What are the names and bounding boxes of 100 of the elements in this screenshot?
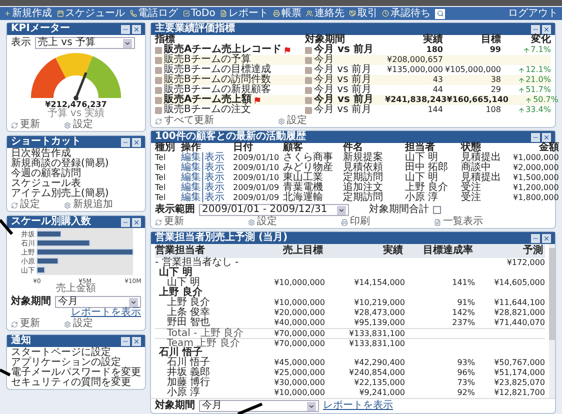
shortcut-link[interactable]: 今週の顧客訪問 [11,169,141,179]
panel-link[interactable]: 更新 [11,120,40,130]
arrow-up-icon [518,86,525,94]
menu-item[interactable]: 承認待ち [382,8,430,18]
panel-link[interactable]: 一覧表示 [434,217,483,227]
menu-item[interactable]: レポート [220,8,268,18]
gauge-caption: 予算 vs 実績 [47,109,105,119]
table-cell: 92% [457,388,475,397]
table-cell: ¥70,000,000 [274,329,325,338]
menu-item[interactable]: 新規作成 [4,8,52,18]
search-button[interactable] [435,8,446,18]
edit-view-link[interactable]: 編集|表示 [181,193,233,203]
plus-icon [4,10,11,17]
table-cell-text: Tel [155,193,167,203]
table-cell: ¥95,139,000 [354,318,405,327]
scroll-thumb[interactable] [549,248,555,340]
column-header: 日付 [233,143,254,153]
menu-item[interactable]: 電話ログ [130,8,178,18]
shortcut-link[interactable]: 新規商談の登録(簡易) [11,159,141,169]
column-header: 担当者 [405,143,435,153]
table-cell-text: みどり物産 [283,163,334,173]
table-cell: 38 [490,75,501,84]
menu-item[interactable]: スケジュール [57,8,125,18]
minimize-button[interactable] [121,24,130,34]
report-link[interactable]: レポートを表示 [323,401,393,411]
table-cell: 上野 良介 [167,297,210,308]
panel-title: 100件の顧客との最新の活動履歴 [155,132,306,142]
edit-view-link[interactable]: 編集|表示 [181,173,233,183]
menu-item[interactable]: 取引 [349,8,378,18]
table-cell: ¥105,000,000 [445,65,501,74]
notice-link[interactable]: 電子メールパスワードを変更 [11,368,141,378]
minimize-button[interactable] [121,336,130,346]
menu-item[interactable]: ToDo [183,8,216,18]
table-cell: 今月 vs 前月 [314,105,372,115]
minimize-button[interactable] [121,218,130,226]
shortcut-link[interactable]: 日次報告作成 [11,149,141,159]
table-cell: 237% [452,318,475,327]
panel-link[interactable]: 更新 [11,319,40,329]
table-cell: ¥160,665,140 [446,95,508,104]
table-cell-text: 山下 明 [405,173,438,183]
dropdown[interactable]: 2009/01/01 - 2009/12/31 [199,204,349,216]
panel-link[interactable]: 設定 [248,217,277,227]
minimize-button[interactable] [531,234,540,242]
scrollbar[interactable] [549,244,555,398]
close-button[interactable] [132,218,141,226]
dropdown[interactable]: 今月 [55,296,141,308]
notice-link[interactable]: スタートページに設定 [11,348,141,358]
edit-view-link[interactable]: 編集|表示 [181,163,233,173]
panel-link[interactable]: 設定 [64,120,93,130]
table-cell: 販売Aチーム売上額 [164,95,252,105]
edit-view-link[interactable]: 編集|表示 [181,153,233,163]
minimize-button[interactable] [531,24,540,34]
logout-link[interactable]: ログアウト [508,8,558,18]
dropdown[interactable]: 売上 vs 予算 [35,37,135,49]
column-header: 操作 [181,143,202,153]
table-cell-text: 田中 拓郎 [405,163,450,173]
table-cell: Total - 上野 良介 [167,328,244,339]
gauge-value: ¥212,476,237 [45,101,107,109]
table-cell: ¥2,000,000 [513,163,559,173]
dropdown[interactable]: 今月 [199,400,319,412]
table-cell-text: 受注 [461,183,482,193]
report-link[interactable]: レポートを表示 [67,308,145,318]
minimize-button[interactable] [531,132,540,142]
arrow-up-icon [518,76,525,84]
panel-link[interactable]: 設定 [11,200,40,210]
close-button[interactable] [132,24,141,34]
menu-item[interactable]: 帳票 [273,8,302,18]
table-cell: 91% [457,298,475,307]
table-cell: 93% [457,358,475,367]
panel-link[interactable]: 更新 [155,217,184,227]
panel-link[interactable]: すべて更新 [155,116,214,126]
menu-item[interactable]: 連絡先 [306,8,344,18]
table-cell: ¥10,219,000 [354,298,405,307]
notice-link[interactable]: アプリケーションの設定 [11,358,141,368]
close-button[interactable] [542,24,551,34]
panel-link[interactable]: 設定 [64,319,93,329]
close-icon [133,26,140,32]
minimize-button[interactable] [121,138,130,146]
close-button[interactable] [542,132,551,142]
edit-view-link[interactable]: 編集|表示 [181,183,233,193]
shortcut-link[interactable]: アイテム別売上(簡易) [11,189,141,199]
checkbox[interactable] [433,206,441,214]
panel-link[interactable]: 印刷 [341,217,370,227]
panel-link[interactable]: 設定 [278,116,307,126]
close-button[interactable] [132,138,141,146]
shortcut-link[interactable]: スケジュール表 [11,179,141,189]
table-cell: 33.4% [526,105,551,115]
table-cell: ¥25,000,000 [274,368,325,377]
notice-link[interactable]: セキュリティの質問を変更 [11,378,141,388]
column-header: 変化 [530,35,551,45]
table-cell: ¥1,800,000 [513,193,559,203]
table-cell: ¥1,000,000 [513,153,559,163]
table-cell-text: Tel [155,173,167,183]
chevron-down-icon [124,40,131,46]
table-cell: 山下 明 [159,267,192,278]
close-button[interactable] [132,336,141,346]
panel-title: KPIメーター [11,24,70,34]
panel-link[interactable]: 新規追加 [64,200,113,210]
close-button[interactable] [542,234,551,242]
table-cell-text: 定期訪問 [343,193,384,203]
